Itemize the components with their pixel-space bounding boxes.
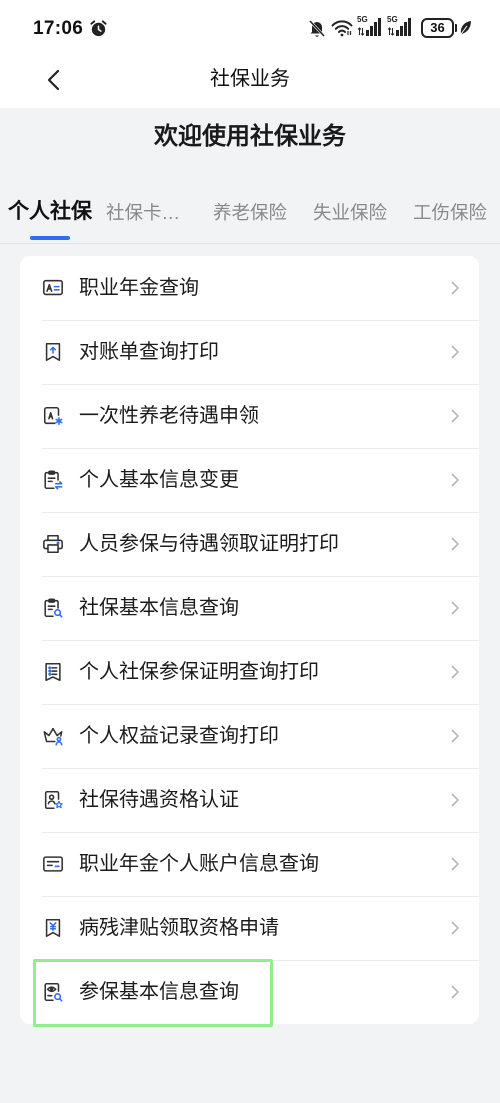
menu-item-enrollment-certificate-print[interactable]: 个人社保参保证明查询打印 [20, 640, 479, 704]
menu-item-label: 一次性养老待遇申领 [79, 405, 259, 427]
menu-item-label: 人员参保与待遇领取证明打印 [79, 533, 339, 555]
chevron-right-icon [451, 793, 459, 807]
signal-5g-icon: 5G [387, 15, 414, 38]
leaf-icon [459, 20, 472, 36]
page-title: 社保业务 [210, 68, 290, 90]
certificate-icon [42, 661, 64, 683]
printer-icon [42, 533, 64, 555]
menu-item-label: 职业年金查询 [79, 277, 199, 299]
alarm-icon [89, 19, 108, 38]
info-change-icon [42, 469, 64, 491]
menu-item-social-security-info-query[interactable]: 社保基本信息查询 [20, 576, 479, 640]
chevron-right-icon [451, 601, 459, 615]
battery-nub [455, 24, 457, 32]
menu-item-personal-info-change[interactable]: 个人基本信息变更 [20, 448, 479, 512]
menu-item-lump-sum-pension-claim[interactable]: 一次性养老待遇申领 [20, 384, 479, 448]
signal-5g-icon: 5G [357, 15, 384, 38]
back-arrow-icon [47, 69, 59, 91]
chevron-right-icon [451, 409, 459, 423]
menu-item-label: 社保基本信息查询 [79, 597, 239, 619]
id-card-icon [42, 277, 64, 299]
menu-item-label: 对账单查询打印 [79, 341, 219, 363]
menu-item-disability-allowance-apply[interactable]: 病残津贴领取资格申请 [20, 896, 479, 960]
menu-item-rights-record-print[interactable]: 个人权益记录查询打印 [20, 704, 479, 768]
welcome-title: 欢迎使用社保业务 [154, 123, 346, 150]
chevron-right-icon [451, 985, 459, 999]
menu-item-label: 参保基本信息查询 [79, 981, 239, 1003]
pension-claim-icon [42, 405, 64, 427]
allowance-icon [42, 917, 64, 939]
qualification-icon [42, 789, 64, 811]
active-tab-indicator [30, 236, 70, 240]
rights-record-icon [42, 725, 64, 747]
menu-item-label: 职业年金个人账户信息查询 [79, 853, 319, 875]
menu-item-label: 病残津贴领取资格申请 [79, 917, 279, 939]
chevron-right-icon [451, 345, 459, 359]
wifi-icon [331, 19, 353, 37]
insurance-query-icon [42, 981, 64, 1003]
menu-item-statement-print[interactable]: 对账单查询打印 [20, 320, 479, 384]
menu-item-benefit-qualification-auth[interactable]: 社保待遇资格认证 [20, 768, 479, 832]
chevron-right-icon [451, 857, 459, 871]
tab-pension-insurance[interactable]: 养老保险 [213, 200, 287, 226]
statement-icon [42, 341, 64, 363]
battery-icon: 36 [421, 18, 454, 38]
menu-item-label: 社保待遇资格认证 [79, 789, 239, 811]
menu-item-annuity-account-query[interactable]: 职业年金个人账户信息查询 [20, 832, 479, 896]
back-button[interactable] [40, 66, 66, 94]
info-query-icon [42, 597, 64, 619]
tab-work-injury-insurance[interactable]: 工伤保险 [413, 200, 487, 226]
signal-2-label: 5G [387, 15, 398, 24]
tab-personal-social-security[interactable]: 个人社保 [8, 199, 92, 225]
menu-item-label: 个人权益记录查询打印 [79, 725, 279, 747]
menu-item-annuity-query[interactable]: 职业年金查询 [20, 256, 479, 320]
menu-item-label: 个人社保参保证明查询打印 [79, 661, 319, 683]
chevron-right-icon [451, 473, 459, 487]
chevron-right-icon [451, 729, 459, 743]
menu-item-enrollment-benefit-proof-print[interactable]: 人员参保与待遇领取证明打印 [20, 512, 479, 576]
mute-bell-icon [308, 19, 326, 38]
tab-unemployment-insurance[interactable]: 失业保险 [313, 200, 387, 226]
tab-social-security-card[interactable]: 社保卡… [106, 200, 180, 226]
signal-1-label: 5G [357, 15, 368, 24]
chevron-right-icon [451, 665, 459, 679]
chevron-right-icon [451, 281, 459, 295]
menu-item-label: 个人基本信息变更 [79, 469, 239, 491]
chevron-right-icon [451, 921, 459, 935]
chevron-right-icon [451, 537, 459, 551]
account-card-icon [42, 853, 64, 875]
service-list-card: 职业年金查询 对账单查询打印 一次性养老待遇申领 个人基本信息变更 人员参保与待… [20, 256, 479, 1024]
status-time: 17:06 [33, 18, 84, 39]
menu-item-enrollment-info-query[interactable]: 参保基本信息查询 [20, 960, 479, 1024]
tab-divider [0, 243, 500, 244]
